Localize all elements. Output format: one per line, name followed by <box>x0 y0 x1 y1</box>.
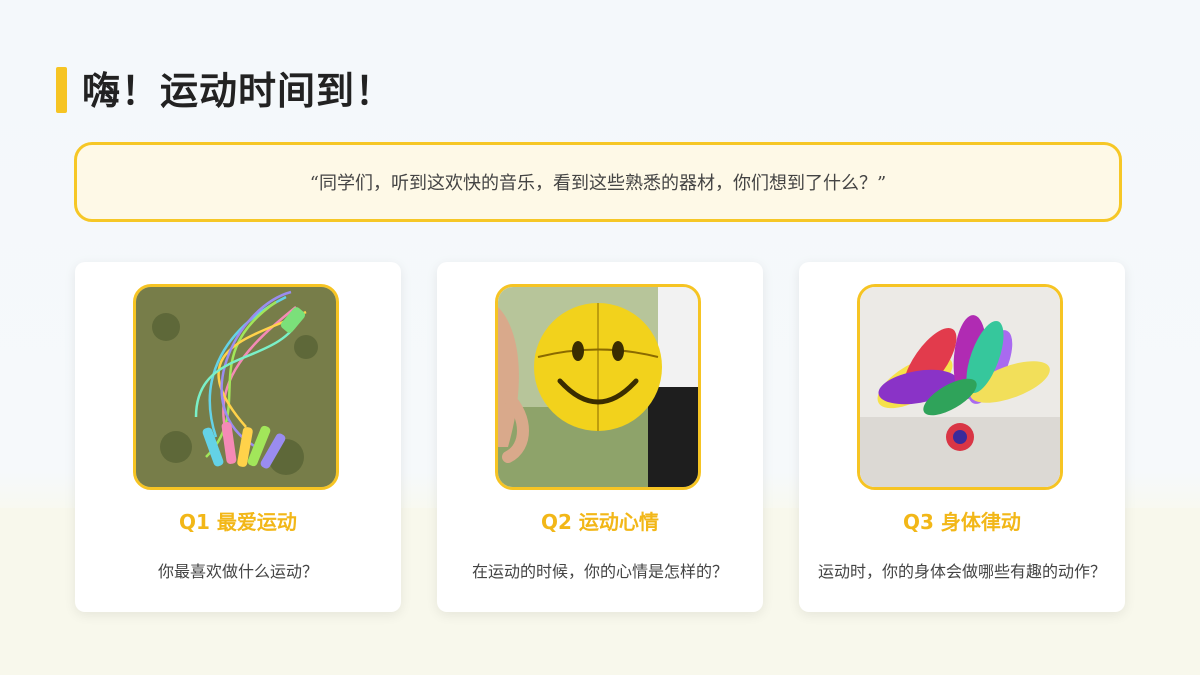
feather-shuttlecock-photo <box>857 284 1063 490</box>
card-title-3: Q3 身体律动 <box>903 510 1021 534</box>
smiley-basketball-photo <box>495 284 701 490</box>
quote-box: “同学们，听到这欢快的音乐，看到这些熟悉的器材，你们想到了什么？” <box>74 142 1122 222</box>
page-title: 嗨！运动时间到！ <box>82 68 395 113</box>
card-title-1: Q1 最爱运动 <box>179 510 297 534</box>
card-title-2: Q2 运动心情 <box>541 510 659 534</box>
jump-ropes-photo <box>133 284 339 490</box>
card-question-3: 运动时，你的身体会做哪些有趣的动作？ <box>817 562 1106 581</box>
card-question-2: 在运动的时候，你的心情是怎样的？ <box>471 562 728 581</box>
title-accent-bar <box>56 67 67 113</box>
question-card-2[interactable]: Q2 运动心情 在运动的时候，你的心情是怎样的？ <box>437 262 763 612</box>
question-card-1[interactable]: Q1 最爱运动 你最喜欢做什么运动？ <box>75 262 401 612</box>
card-question-1: 你最喜欢做什么运动？ <box>157 562 318 581</box>
quote-text: “同学们，听到这欢快的音乐，看到这些熟悉的器材，你们想到了什么？” <box>309 173 887 194</box>
question-card-3[interactable]: Q3 身体律动 运动时，你的身体会做哪些有趣的动作？ <box>799 262 1125 612</box>
